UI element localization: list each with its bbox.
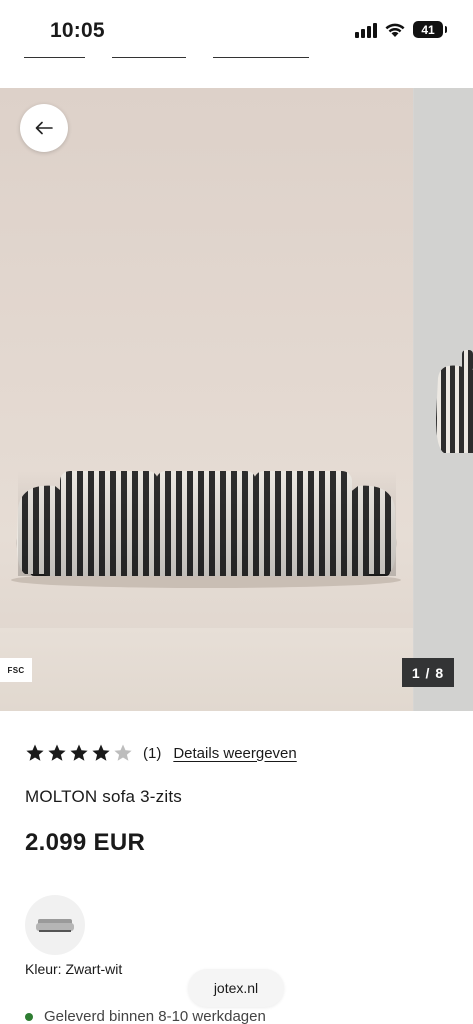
product-image-gallery[interactable] [0,88,473,711]
color-swatch[interactable] [25,895,85,955]
star-filled-icon [70,744,88,761]
star-filled-icon [92,744,110,761]
fsc-badge: FSC [0,658,32,682]
in-stock-dot-icon [25,1012,33,1021]
back-button[interactable] [20,104,68,152]
signal-icon [355,22,377,38]
star-filled-icon [26,744,44,761]
next-product-image-preview[interactable] [414,88,473,711]
details-link[interactable]: Details weergeven [173,745,296,762]
rating-row: (1) Details weergeven [25,741,297,765]
star-filled-icon [48,744,66,761]
wifi-icon [385,23,405,37]
status-icons: 41 [355,21,447,38]
delivery-info: Geleverd binnen 8-10 werkdagen [25,1008,266,1024]
color-label: Kleur: Zwart-wit [25,961,123,977]
sofa-illustration [11,471,401,588]
delivery-text: Geleverd binnen 8-10 werkdagen [44,1008,266,1024]
star-empty-icon [114,744,132,761]
product-title: MOLTON sofa 3-zits [25,787,182,806]
sofa-thumbnail-icon [36,919,74,932]
sofa-preview-illustration [436,350,473,453]
review-count: (1) [143,744,162,762]
image-counter: 1 / 8 [402,658,454,687]
browser-domain-pill[interactable]: jotex.nl [188,969,284,1007]
product-image-sofa[interactable] [0,88,413,711]
rating-stars [25,743,133,763]
product-price: 2.099 EUR [25,829,146,856]
battery-icon: 41 [413,21,447,38]
browser-tab-lines [0,57,473,59]
status-time: 10:05 [50,19,105,42]
arrow-left-icon [35,121,53,135]
status-bar: 10:05 41 [0,0,473,60]
